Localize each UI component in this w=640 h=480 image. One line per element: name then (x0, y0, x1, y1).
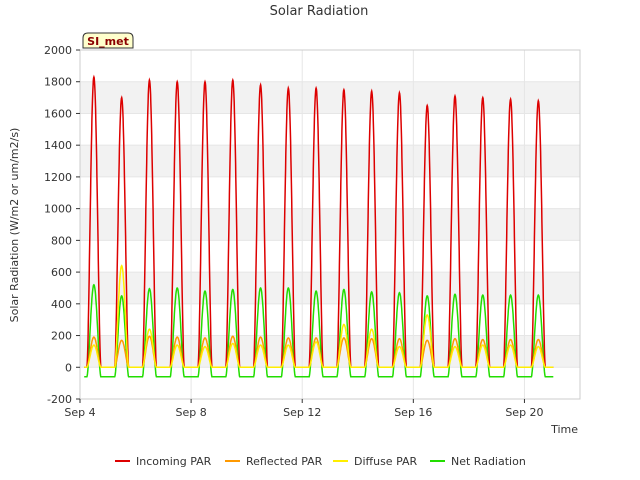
y-tick-label: 1200 (44, 171, 72, 184)
grid-band (80, 81, 580, 114)
station-badge: SI_met (82, 32, 134, 49)
x-axis-label: Time (550, 423, 578, 436)
y-tick-label: 0 (65, 361, 72, 374)
y-tick-label: 200 (51, 330, 72, 343)
svg-text:SI_met: SI_met (87, 35, 129, 48)
x-axis-ticks: Sep 4 Sep 8 Sep 12 Sep 16 Sep 20 (64, 399, 544, 419)
chart-title: Solar Radiation (270, 4, 369, 19)
legend-label-reflected-par: Reflected PAR (246, 455, 323, 468)
y-tick-label: 2000 (44, 44, 72, 57)
chart-legend: Incoming PAR Reflected PAR Diffuse PAR Net … (115, 455, 526, 468)
legend-label-incoming-par: Incoming PAR (136, 455, 212, 468)
legend-label-net-radiation: Net Radiation (451, 455, 526, 468)
y-axis-label: Solar Radiation (W/m2 or um/m2/s) (8, 128, 21, 323)
x-tick-label: Sep 8 (175, 406, 206, 419)
y-tick-label: 600 (51, 266, 72, 279)
y-tick-label: 400 (51, 298, 72, 311)
x-tick-label: Sep 12 (283, 406, 321, 419)
solar-radiation-chart: Solar Radiation -200 0 200 400 600 800 1000 120… (8, 4, 581, 468)
y-tick-label: -200 (47, 393, 72, 406)
y-tick-label: 1800 (44, 76, 72, 89)
legend-label-diffuse-par: Diffuse PAR (354, 455, 418, 468)
x-tick-label: Sep 4 (64, 406, 95, 419)
y-tick-label: 1600 (44, 107, 72, 120)
x-tick-label: Sep 20 (505, 406, 543, 419)
grid-band (80, 145, 580, 177)
y-tick-label: 800 (51, 234, 72, 247)
x-tick-label: Sep 16 (394, 406, 432, 419)
y-axis-ticks: -200 0 200 400 600 800 1000 1200 1400 1600 1800 200… (44, 44, 80, 406)
y-tick-label: 1400 (44, 139, 72, 152)
y-tick-label: 1000 (44, 203, 72, 216)
grid-band (80, 208, 580, 241)
